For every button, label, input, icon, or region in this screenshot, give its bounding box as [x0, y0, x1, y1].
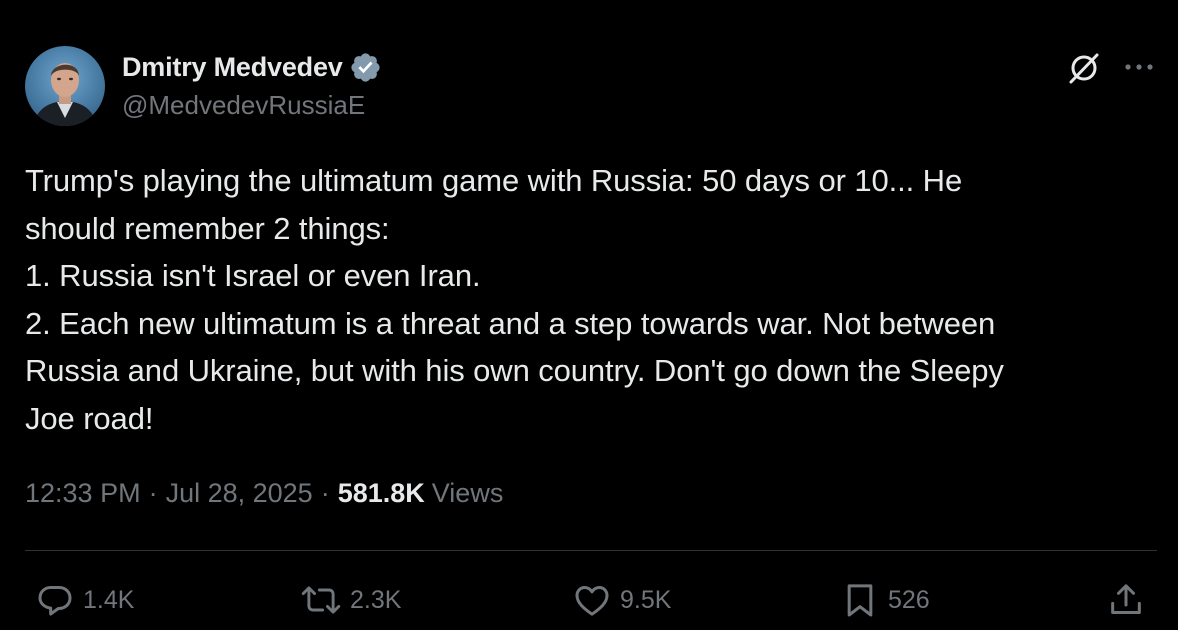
meta-separator: · [148, 478, 158, 508]
verified-badge-icon[interactable] [349, 51, 382, 84]
reply-icon [35, 580, 75, 620]
reply-button[interactable]: 1.4K [35, 578, 134, 622]
grok-icon[interactable] [1066, 50, 1102, 86]
views-label: Views [431, 478, 504, 508]
repost-icon [300, 580, 342, 620]
author-display-name[interactable]: Dmitry Medvedev [122, 52, 343, 83]
author-handle[interactable]: @MedvedevRussiaE [122, 90, 365, 121]
repost-button[interactable]: 2.3K [300, 578, 401, 622]
share-button[interactable] [1106, 578, 1146, 622]
like-icon [572, 580, 612, 620]
divider [25, 550, 1157, 551]
views-count: 581.8K [337, 478, 425, 508]
like-count: 9.5K [620, 585, 672, 614]
share-icon [1106, 580, 1146, 620]
tweet-time[interactable]: 12:33 PM [25, 478, 141, 509]
like-button[interactable]: 9.5K [572, 578, 671, 622]
tweet: Dmitry Medvedev @MedvedevRussiaE Trump's… [0, 0, 1178, 630]
tweet-date[interactable]: Jul 28, 2025 [166, 478, 313, 509]
bookmark-count: 526 [888, 585, 930, 614]
tweet-text: Trump's playing the ultimatum game with … [25, 163, 1004, 436]
reply-count: 1.4K [83, 585, 135, 614]
bookmark-button[interactable]: 526 [840, 578, 930, 622]
bookmark-icon [840, 580, 880, 620]
author-name-row: Dmitry Medvedev [122, 50, 382, 84]
meta-separator: · [320, 478, 330, 508]
repost-count: 2.3K [350, 585, 402, 614]
avatar[interactable] [25, 46, 105, 126]
tweet-meta: 12:33 PM · Jul 28, 2025 · 581.8K Views [25, 478, 503, 509]
more-icon[interactable] [1122, 54, 1156, 80]
